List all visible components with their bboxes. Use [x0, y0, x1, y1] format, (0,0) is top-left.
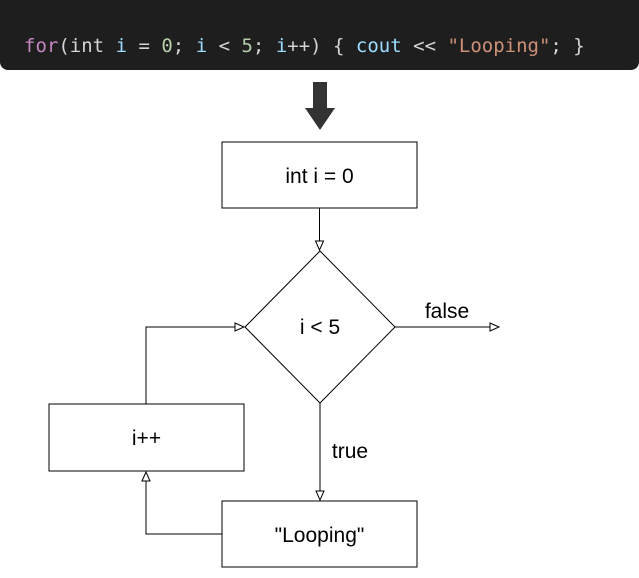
false-edge-label: false	[425, 300, 469, 323]
edge-increment-to-condition	[145, 322, 246, 404]
init-node-label: int i = 0	[285, 165, 353, 188]
increment-node: i++	[48, 403, 245, 472]
increment-node-label: i++	[132, 427, 161, 450]
down-arrow-icon	[305, 82, 335, 130]
init-node: int i = 0	[221, 141, 418, 209]
body-node-label: "Looping"	[275, 524, 365, 547]
true-edge-label: true	[332, 440, 368, 463]
edge-body-to-increment	[141, 470, 222, 535]
condition-node-label: i < 5	[300, 316, 340, 339]
condition-node: i < 5	[244, 250, 396, 404]
flowchart: int i = 0 i < 5 false true "Looping" i++	[48, 82, 501, 568]
body-node: "Looping"	[221, 500, 418, 568]
